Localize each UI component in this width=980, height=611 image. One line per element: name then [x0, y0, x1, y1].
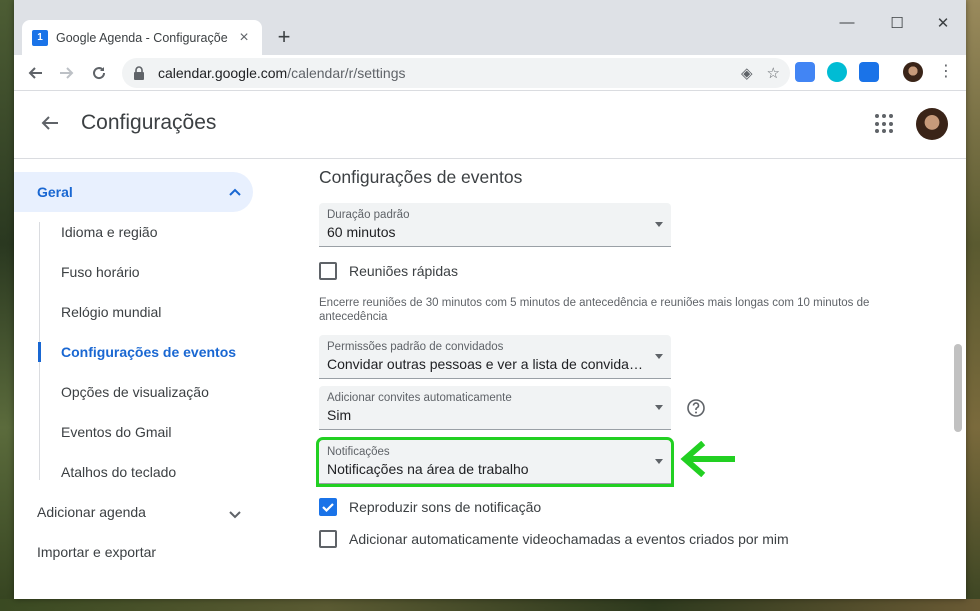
tab-strip: 1 Google Agenda - Configurações × + — ☐ … [14, 0, 966, 55]
sidebar-item-import-export[interactable]: Importar e exportar [37, 544, 156, 560]
sidebar-item-add-calendar[interactable]: Adicionar agenda [37, 504, 146, 520]
page-title: Configurações [81, 111, 217, 134]
profile-avatar-icon[interactable] [903, 62, 923, 82]
dropdown-arrow-icon [655, 354, 663, 359]
auto-video-label: Adicionar automaticamente videochamadas … [349, 531, 789, 547]
chevron-down-icon[interactable] [228, 507, 242, 521]
auto-video-checkbox[interactable] [319, 530, 337, 548]
sidebar-item-view-options[interactable]: Opções de visualização [61, 384, 209, 400]
download-extension-icon[interactable] [859, 62, 879, 82]
arrow-right-icon [60, 67, 74, 79]
code-extension-icon[interactable] [827, 62, 847, 82]
select-value: Notificações na área de trabalho [327, 461, 529, 477]
reload-button[interactable] [85, 59, 113, 87]
select-label: Permissões padrão de convidados [327, 341, 504, 353]
sidebar-item-label: Adicionar agenda [37, 504, 146, 520]
browser-tab[interactable]: 1 Google Agenda - Configurações × [22, 20, 262, 55]
section-title: Configurações de eventos [319, 167, 523, 187]
quick-meetings-label: Reuniões rápidas [349, 263, 458, 279]
star-icon[interactable]: ☆ [767, 64, 780, 82]
new-tab-button[interactable]: + [272, 26, 296, 50]
forward-button[interactable] [53, 59, 81, 87]
maximize-button[interactable]: ☐ [882, 14, 912, 32]
quick-meetings-checkbox[interactable] [319, 262, 337, 280]
default-duration-select[interactable]: Duração padrão 60 minutos [319, 203, 671, 247]
chevron-up-icon [229, 188, 241, 196]
dropdown-arrow-icon [655, 459, 663, 464]
play-sounds-checkbox[interactable] [319, 498, 337, 516]
tab-title: Google Agenda - Configurações [56, 30, 228, 45]
dropdown-arrow-icon [655, 405, 663, 410]
dropdown-arrow-icon [655, 222, 663, 227]
select-value: Convidar outras pessoas e ver a lista de… [327, 356, 645, 372]
back-button[interactable] [21, 59, 49, 87]
browser-window: 1 Google Agenda - Configurações × + — ☐ … [14, 0, 966, 599]
auto-invites-select[interactable]: Adicionar convites automaticamente Sim [319, 386, 671, 430]
sidebar-item-label: Geral [37, 184, 73, 200]
select-label: Notificações [327, 446, 390, 458]
scrollbar[interactable] [954, 344, 962, 432]
translate-extension-icon[interactable] [795, 62, 815, 82]
sidebar-item-timezone[interactable]: Fuso horário [61, 264, 140, 280]
avatar[interactable] [916, 108, 948, 140]
view-icon[interactable]: ◈ [741, 64, 753, 82]
select-value: Sim [327, 407, 352, 423]
sidebar-item-keyboard-shortcuts[interactable]: Atalhos do teclado [61, 464, 176, 480]
url-path: /calendar/r/settings [287, 65, 406, 81]
notifications-select[interactable]: Notificações Notificações na área de tra… [316, 437, 674, 487]
active-indicator [38, 342, 41, 362]
sidebar-item-event-settings[interactable]: Configurações de eventos [61, 344, 236, 360]
app-header: Configurações [14, 91, 966, 159]
reload-icon [93, 67, 106, 80]
guest-permissions-select[interactable]: Permissões padrão de convidados Convidar… [319, 335, 671, 379]
browser-menu-icon[interactable]: ⋮ [936, 62, 956, 82]
url-host: calendar.google.com [158, 65, 288, 81]
browser-toolbar: calendar.google.com/calendar/r/settings … [14, 55, 966, 91]
close-window-button[interactable]: ✕ [928, 14, 958, 32]
sidebar-item-language[interactable]: Idioma e região [61, 224, 158, 240]
calendar-favicon-icon: 1 [32, 29, 48, 46]
quick-meetings-helper: Encerre reuniões de 30 minutos com 5 min… [319, 297, 870, 323]
google-apps-icon[interactable] [875, 114, 895, 134]
select-label: Adicionar convites automaticamente [327, 392, 512, 404]
minimize-button[interactable]: — [832, 14, 862, 31]
sidebar-item-gmail-events[interactable]: Eventos do Gmail [61, 424, 172, 440]
play-sounds-label: Reproduzir sons de notificação [349, 499, 542, 515]
select-label: Duração padrão [327, 209, 410, 221]
url-text: calendar.google.com/calendar/r/settings [158, 65, 406, 81]
address-bar[interactable]: calendar.google.com/calendar/r/settings … [122, 58, 790, 88]
sidebar-item-general[interactable]: Geral [14, 172, 253, 212]
check-icon [322, 503, 334, 513]
back-arrow-icon[interactable] [38, 111, 62, 135]
green-arrow-icon [680, 441, 735, 477]
help-icon[interactable] [686, 398, 706, 418]
close-tab-icon[interactable]: × [236, 29, 252, 47]
lock-icon [132, 66, 146, 80]
arrow-left-icon [28, 67, 42, 79]
sidebar-item-world-clock[interactable]: Relógio mundial [61, 304, 161, 320]
select-value: 60 minutos [327, 224, 396, 240]
